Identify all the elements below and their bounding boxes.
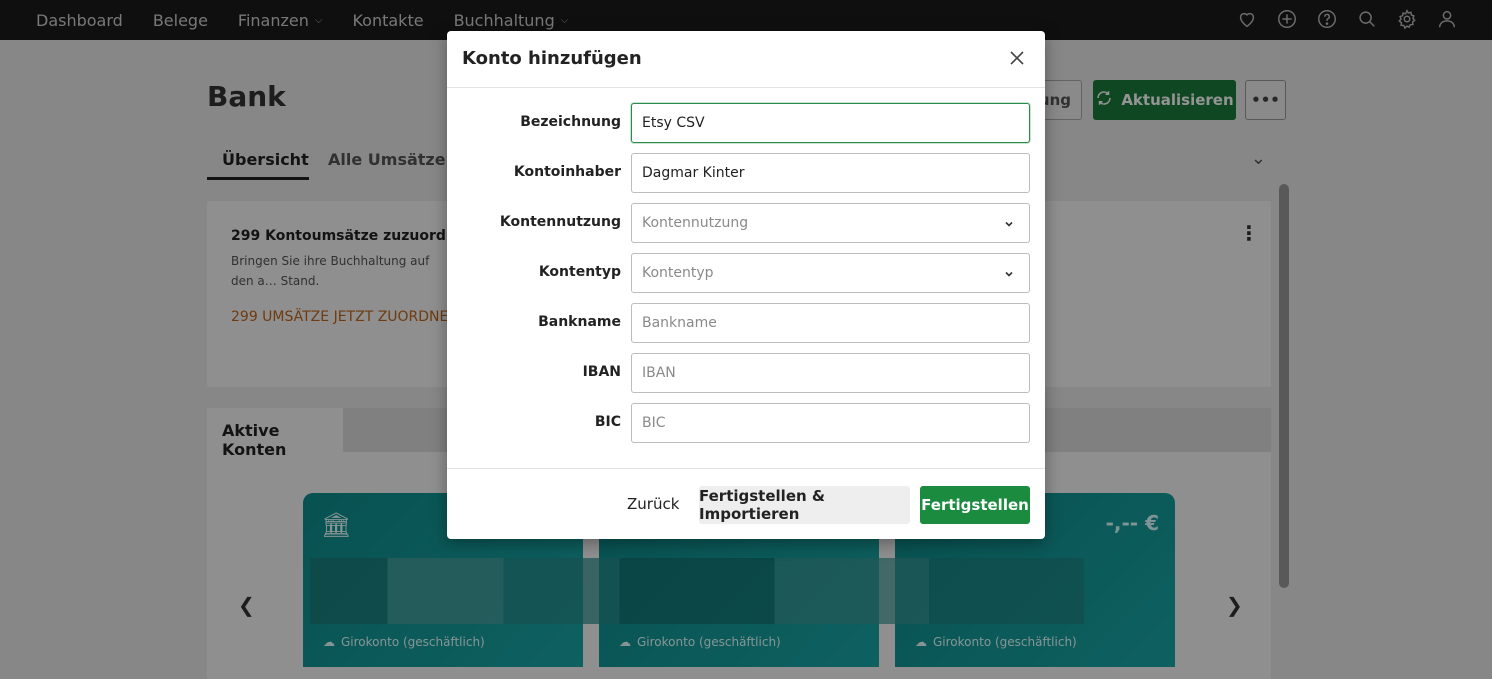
dialog-title: Konto hinzufügen [462,48,642,69]
finish-button[interactable]: Fertigstellen [920,486,1030,524]
row-bezeichnung: Bezeichnung [447,103,1045,143]
add-account-dialog: Konto hinzufügen Bezeichnung Kontoinhabe… [447,31,1045,539]
chevron-down-icon [1005,271,1013,277]
chevron-down-icon [1005,221,1013,227]
row-kontentyp: Kontentyp Kontentyp [447,253,1045,293]
label-kontennutzung: Kontennutzung [499,214,621,230]
kontennutzung-placeholder: Kontennutzung [642,215,749,231]
dialog-header: Konto hinzufügen [447,31,1045,88]
back-button[interactable]: Zurück [627,486,679,524]
kontennutzung-select[interactable]: Kontennutzung [631,203,1030,243]
label-bankname: Bankname [538,314,621,330]
label-kontentyp: Kontentyp [538,264,621,280]
dialog-footer: Zurück Fertigstellen & Importieren Ferti… [447,468,1045,539]
kontoinhaber-field[interactable] [631,153,1030,193]
row-kontennutzung: Kontennutzung Kontennutzung [447,203,1045,243]
row-kontoinhaber: Kontoinhaber [447,153,1045,193]
row-bic: BIC [447,403,1045,443]
label-bic: BIC [594,414,621,430]
kontentyp-select[interactable]: Kontentyp [631,253,1030,293]
row-bankname: Bankname [447,303,1045,343]
finish-and-import-button[interactable]: Fertigstellen & Importieren [699,486,910,524]
row-iban: IBAN [447,353,1045,393]
label-iban: IBAN [582,364,621,380]
bezeichnung-field[interactable] [631,103,1030,143]
close-icon[interactable] [1007,48,1027,68]
label-bezeichnung: Bezeichnung [520,114,621,130]
label-kontoinhaber: Kontoinhaber [513,164,621,180]
iban-field[interactable] [631,353,1030,393]
bic-field[interactable] [631,403,1030,443]
kontentyp-placeholder: Kontentyp [642,265,714,281]
bankname-field[interactable] [631,303,1030,343]
